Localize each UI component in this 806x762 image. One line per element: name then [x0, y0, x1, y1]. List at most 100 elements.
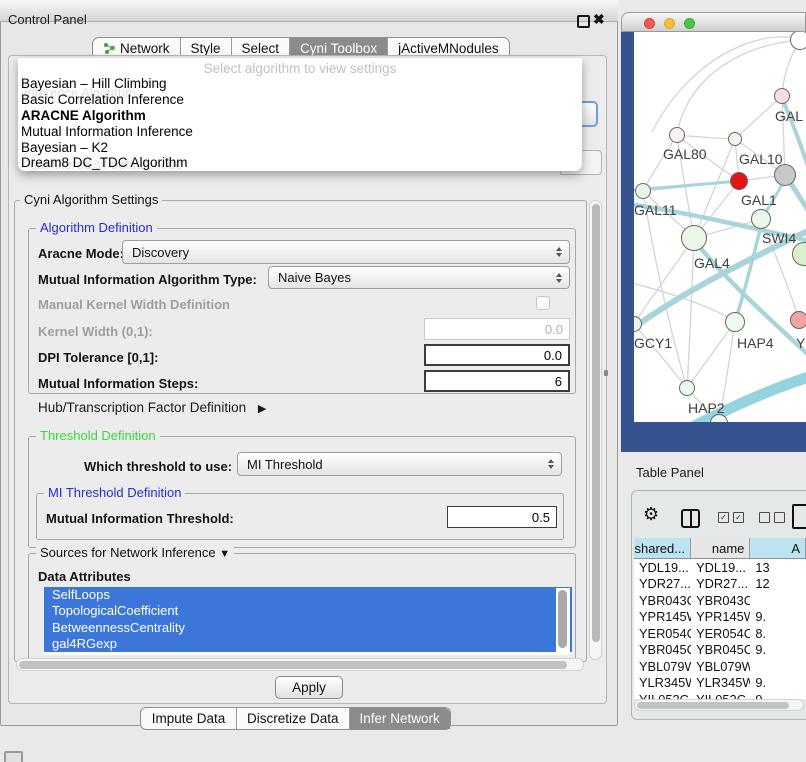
panel-resize-grip[interactable]	[604, 370, 608, 376]
tab-label: jActiveMNodules	[398, 41, 499, 56]
dropdown-item-bayesian-k2[interactable]: Bayesian – K2	[18, 140, 582, 156]
attribute-item-betweennesscentrality[interactable]: BetweennessCentrality	[44, 620, 572, 636]
unchecked-columns-icon[interactable]	[759, 512, 785, 523]
mi-type-select[interactable]: Naive Bayes	[268, 266, 570, 289]
table-hscrollbar-thumb[interactable]	[637, 702, 789, 709]
which-threshold-select[interactable]: MI Threshold	[237, 452, 562, 476]
table-cell: 9	[750, 692, 806, 699]
dropdown-item-aracne-algorithm[interactable]: ARACNE Algorithm	[18, 108, 582, 124]
table-cell: YLR345W	[634, 675, 691, 690]
node-label-gal10: GAL10	[739, 151, 783, 167]
table-body: YDL19...YDL19...13YDR27...YDR27...12YBR0…	[634, 559, 806, 699]
node-label-gal80: GAL80	[663, 146, 707, 162]
table-row[interactable]: YBR043CYBR043C	[634, 592, 806, 609]
minimize-traffic-light-icon[interactable]	[664, 18, 675, 29]
attribute-item-selfloops[interactable]: SelfLoops	[44, 587, 572, 603]
table-row[interactable]: YIL052CYIL052C9	[634, 691, 806, 699]
network-node-gal80[interactable]	[669, 127, 685, 143]
column-header-A[interactable]: A	[750, 538, 806, 558]
attributes-scrollbar[interactable]	[556, 588, 570, 654]
mi-threshold-group-title: MI Threshold Definition	[44, 486, 185, 500]
zoom-traffic-light-icon[interactable]	[684, 18, 695, 29]
tab-impute-data[interactable]: Impute Data	[141, 708, 237, 729]
table-row[interactable]: YDL19...YDL19...13	[634, 559, 806, 576]
table-cell: 13	[750, 560, 806, 575]
network-node-swi4[interactable]	[751, 209, 771, 229]
table-row[interactable]: YPR145WYPR145W9.	[634, 609, 806, 626]
stepper-icon	[556, 247, 562, 257]
network-node-gal10[interactable]	[728, 132, 742, 146]
settings-scrollbar-thumb[interactable]	[592, 204, 600, 642]
column-header-name[interactable]: name	[691, 538, 750, 558]
algorithm-definition-title: Algorithm Definition	[36, 221, 157, 235]
settings-hscrollbar[interactable]	[16, 658, 584, 671]
tab-label: Infer Network	[360, 711, 440, 726]
aracne-mode-select[interactable]: Discovery	[122, 240, 570, 264]
checkbox-unchecked-icon	[774, 512, 785, 523]
table-cell: YBL079W	[691, 659, 750, 674]
settings-scrollbar[interactable]	[589, 200, 602, 660]
float-window-icon[interactable]	[577, 15, 590, 28]
table-cell: YBR043C	[634, 593, 691, 608]
checkbox-unchecked-icon	[759, 512, 770, 523]
close-icon[interactable]: ✖	[593, 11, 605, 28]
table-hscrollbar[interactable]	[634, 699, 804, 711]
dropdown-item-mutual-information-inference[interactable]: Mutual Information Inference	[18, 124, 582, 140]
table-header-row: shared...nameA	[634, 538, 806, 559]
close-traffic-light-icon[interactable]	[644, 18, 655, 29]
network-node-gal[interactable]	[774, 88, 790, 104]
network-node[interactable]	[790, 32, 806, 50]
kernel-width-field[interactable]: 0.0	[424, 318, 570, 340]
dropdown-item-bayesian-hill-climbing[interactable]: Bayesian – Hill Climbing	[18, 76, 582, 92]
tab-discretize-data[interactable]: Discretize Data	[237, 708, 350, 729]
table-row[interactable]: YBR045CYBR045C9.	[634, 642, 806, 659]
attribute-item-topologicalcoefficient[interactable]: TopologicalCoefficient	[44, 603, 572, 619]
dropdown-prompt: Select algorithm to view settings	[18, 61, 582, 76]
table-cell: YDL19...	[634, 560, 691, 575]
dropdown-item-basic-correlation-inference[interactable]: Basic Correlation Inference	[18, 92, 582, 108]
node-label-swi4: SWI4	[762, 230, 796, 246]
checked-columns-icon[interactable]: ✓ ✓	[718, 512, 744, 523]
gear-icon[interactable]: ⚙	[643, 506, 659, 524]
network-node[interactable]	[774, 164, 796, 186]
mi-threshold-field[interactable]: 0.5	[447, 506, 557, 528]
table-cell: YDR27...	[634, 576, 691, 591]
tab-infer-network[interactable]: Infer Network	[350, 708, 450, 729]
table-row[interactable]: YDR27...YDR27...12	[634, 576, 806, 593]
network-node-gal11[interactable]	[635, 183, 651, 199]
algorithm-dropdown-popup: Select algorithm to view settings Infere…	[18, 58, 582, 171]
table-row[interactable]: YLR345WYLR345W9.	[634, 675, 806, 692]
aracne-mode-label: Aracne Mode:	[38, 246, 124, 261]
threshold-definition-title: Threshold Definition	[36, 429, 160, 443]
network-node-gal1[interactable]	[730, 172, 748, 190]
network-node-hap2[interactable]	[679, 380, 695, 396]
network-node-hap4[interactable]	[725, 312, 745, 332]
network-node-y[interactable]	[790, 311, 806, 329]
dropdown-item-dream8-dc-tdc-algorithm[interactable]: Dream8 DC_TDC Algorithm	[18, 155, 582, 171]
document-icon[interactable]	[792, 504, 806, 529]
data-attributes-list[interactable]: SelfLoopsTopologicalCoefficientBetweenne…	[44, 587, 572, 655]
manual-kernel-checkbox[interactable]	[536, 296, 550, 310]
grid-icon[interactable]	[4, 751, 23, 762]
table-row[interactable]: YER054CYER054C8.	[634, 625, 806, 642]
hub-definition-label: Hub/Transcription Factor Definition	[38, 400, 246, 415]
aracne-mode-value: Discovery	[132, 245, 189, 260]
network-canvas[interactable]: GALGAL80GAL10GAL1GAL11SWI4GAL4GCY1HAP4YH…	[634, 32, 806, 422]
table-cell: YPR145W	[634, 609, 691, 624]
attribute-item-gal4rgexp[interactable]: gal4RGexp	[44, 636, 572, 652]
attributes-scrollbar-thumb[interactable]	[558, 590, 567, 648]
cyni-algorithm-settings-title: Cyni Algorithm Settings	[20, 193, 162, 207]
network-node-gal4[interactable]	[681, 225, 707, 251]
table-cell: 9.	[750, 642, 806, 657]
settings-hscrollbar-thumb[interactable]	[19, 661, 567, 669]
table-row[interactable]: YBL079WYBL079W	[634, 658, 806, 675]
mi-steps-field[interactable]: 6	[424, 370, 570, 392]
table-cell: YBR043C	[691, 593, 750, 608]
columns-icon[interactable]	[681, 509, 700, 528]
column-header-shared[interactable]: shared...	[634, 538, 691, 558]
apply-button[interactable]: Apply	[275, 676, 343, 699]
dpi-tolerance-field[interactable]: 0.0	[424, 344, 570, 366]
hub-definition-toggle[interactable]: Hub/Transcription Factor Definition ▶	[38, 400, 266, 415]
mi-type-value: Naive Bayes	[278, 270, 351, 285]
sources-group-title[interactable]: Sources for Network Inference ▼	[36, 546, 234, 561]
